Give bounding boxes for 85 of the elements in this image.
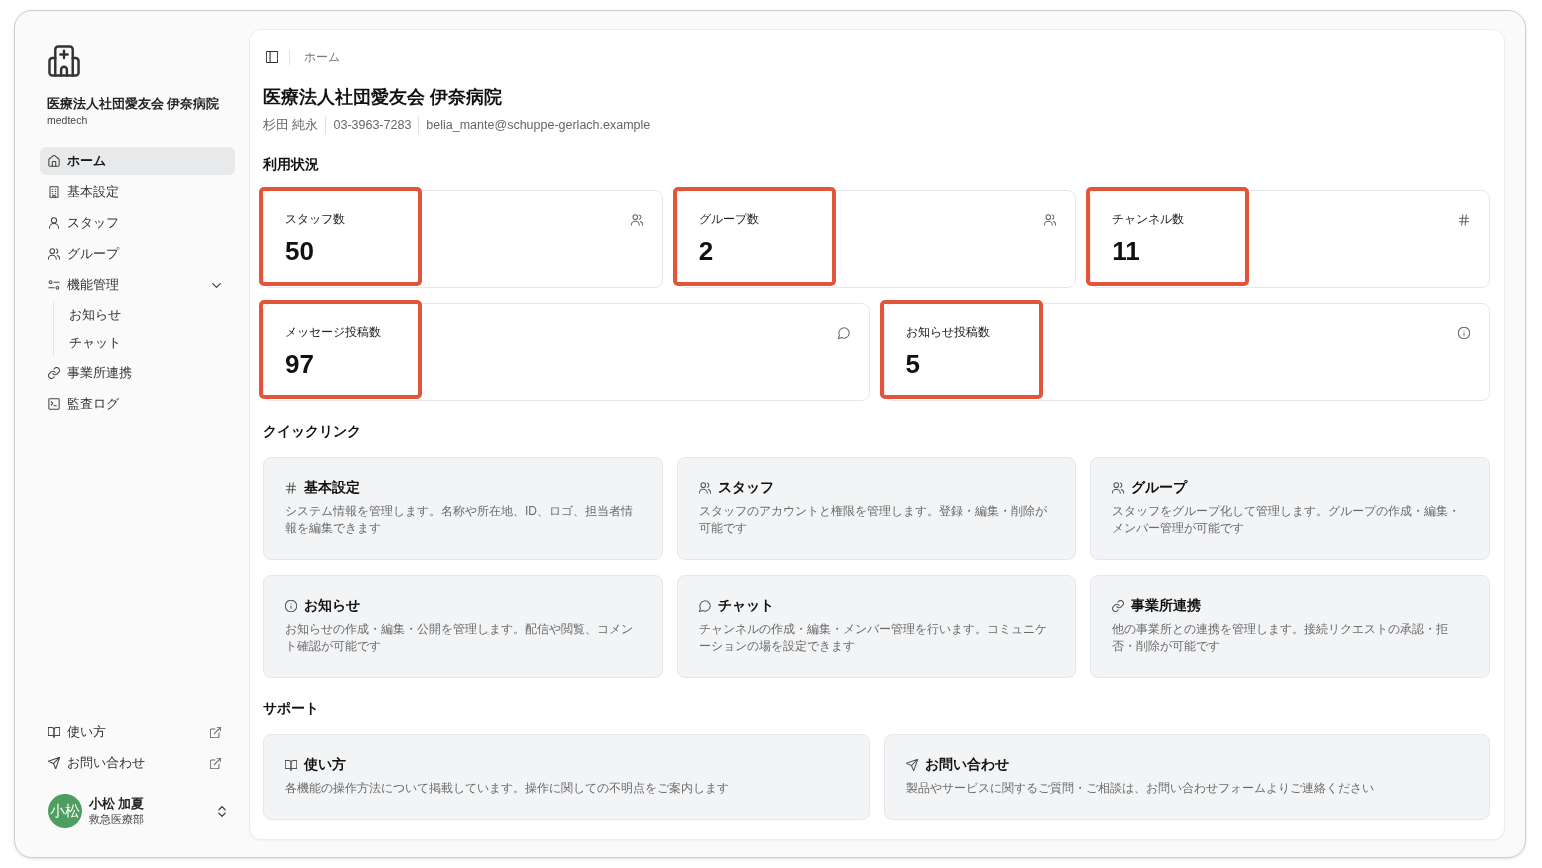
stat-value: 97 <box>285 348 315 380</box>
external-link-icon <box>210 726 221 738</box>
nav-subitem[interactable]: お知らせ <box>60 302 235 328</box>
card-title: チャット <box>717 597 774 615</box>
link-icon <box>1112 600 1125 612</box>
quick-link-card[interactable]: チャット チャンネルの作成・編集・メンバー管理を行います。コミュニケーションの場を設定できます <box>676 575 1077 678</box>
sidebar-link[interactable]: 使い方 <box>40 718 235 746</box>
external-link-icon <box>210 757 221 769</box>
sidebar-link[interactable]: お問い合わせ <box>40 749 235 777</box>
sliders-icon <box>48 279 60 291</box>
people-icon <box>1112 482 1125 494</box>
user-department: 救急医療部 <box>89 812 145 826</box>
hospital-logo-icon <box>48 45 80 77</box>
section-heading: 利用状況 <box>263 156 320 174</box>
people-icon <box>48 248 60 260</box>
stat-label: お知らせ投稿数 <box>905 324 991 340</box>
quick-link-card[interactable]: お知らせ お知らせの作成・編集・公開を管理します。配信や閲覧、コメント確認が可能です <box>263 575 663 678</box>
people-icon <box>698 482 711 494</box>
card-title: 使い方 <box>304 756 346 774</box>
nav-item[interactable]: ホーム <box>40 147 235 175</box>
card-description: 製品やサービスに関するご質問・ご相談は、お問い合わせフォームよりご連絡ください <box>905 780 1375 797</box>
paper-plane-icon <box>48 757 60 769</box>
info-icon <box>285 600 297 612</box>
quick-link-card[interactable]: 基本設定 システム情報を管理します。名称や所在地、ID、ロゴ、担当者情報を編集できます <box>263 457 663 560</box>
stat-label: スタッフ数 <box>285 211 346 227</box>
speech-bubble-icon <box>837 327 850 339</box>
section-heading: サポート <box>263 700 320 718</box>
card-description: 各機能の操作方法について掲載しています。操作に関しての不明点をご案内します <box>285 780 730 797</box>
quick-link-card[interactable]: 事業所連携 他の事業所との連携を管理します。接続リクエストの承認・拒否・削除が可能です <box>1090 575 1490 678</box>
card-title: お問い合わせ <box>924 756 1009 774</box>
card-description: スタッフのアカウントと権限を管理します。登録・編集・削除が可能です <box>698 503 1048 537</box>
contact-detail: belia_mante@schuppe-gerlach.example <box>418 116 658 134</box>
user-name: 小松 加夏 <box>89 796 146 812</box>
card-title: スタッフ <box>717 479 774 497</box>
book-icon <box>48 726 60 738</box>
organization-name: 医療法人社団愛友会 伊奈病院 <box>46 96 221 113</box>
paper-plane-icon <box>905 759 918 771</box>
contact-detail: 03-3963-7283 <box>325 116 419 134</box>
stat-value: 2 <box>698 235 715 267</box>
card-title: お知らせ <box>304 597 360 615</box>
card-title: グループ <box>1131 479 1188 497</box>
card-title: 事業所連携 <box>1131 597 1202 615</box>
terminal-icon <box>48 398 60 410</box>
breadcrumb-item[interactable]: ホーム <box>304 48 340 66</box>
nav-item[interactable]: グループ <box>40 240 235 268</box>
home-icon <box>48 155 60 167</box>
card-description: お知らせの作成・編集・公開を管理します。配信や閲覧、コメント確認が可能です <box>285 621 634 655</box>
nav-item[interactable]: スタッフ <box>40 209 235 237</box>
people-icon <box>630 214 643 226</box>
person-icon <box>48 217 60 229</box>
stat-label: メッセージ投稿数 <box>285 324 382 340</box>
chevrons-up-down-icon[interactable] <box>218 805 226 817</box>
support-card[interactable]: お問い合わせ 製品やサービスに関するご質問・ご相談は、お問い合わせフォームよりご連絡ください <box>883 734 1490 820</box>
quick-link-card[interactable]: グループ スタッフをグループ化して管理します。グループの作成・編集・メンバー管理が可能です <box>1090 457 1490 560</box>
stat-value: 50 <box>285 235 315 267</box>
stat-label: グループ数 <box>698 211 760 227</box>
stat-value: 5 <box>905 348 921 380</box>
nav-item[interactable]: 基本設定 <box>40 178 235 206</box>
page-title: 医療法人社団愛友会 伊奈病院 <box>263 86 503 109</box>
card-description: スタッフをグループ化して管理します。グループの作成・編集・メンバー管理が可能です <box>1112 503 1462 537</box>
contact-detail: 杉田 純永 <box>263 117 320 134</box>
stat-value: 11 <box>1112 235 1141 267</box>
book-icon <box>285 759 297 771</box>
user-avatar: 小松 <box>48 794 82 828</box>
section-heading: クイックリンク <box>263 423 362 441</box>
nav-item[interactable]: 監査ログ <box>40 390 235 418</box>
nav-item[interactable]: 機能管理 <box>40 271 235 299</box>
building-icon <box>48 186 60 198</box>
card-description: 他の事業所との連携を管理します。接続リクエストの承認・拒否・削除が可能です <box>1112 621 1450 655</box>
card-description: システム情報を管理します。名称や所在地、ID、ロゴ、担当者情報を編集できます <box>285 503 634 537</box>
nav-subitem[interactable]: チャット <box>60 330 235 356</box>
info-icon <box>1458 327 1470 339</box>
link-icon <box>48 367 60 379</box>
people-icon <box>1044 214 1057 226</box>
speech-bubble-icon <box>698 600 711 612</box>
card-description: チャンネルの作成・編集・メンバー管理を行います。コミュニケーションの場を設定できます <box>698 621 1048 655</box>
stat-label: チャンネル数 <box>1112 211 1186 227</box>
card-title: 基本設定 <box>304 479 360 497</box>
nav-item[interactable]: 事業所連携 <box>40 359 235 387</box>
organization-subtitle: medtech <box>46 113 89 127</box>
sidebar-toggle-icon[interactable] <box>266 51 278 63</box>
support-card[interactable]: 使い方 各機能の操作方法について掲載しています。操作に関しての不明点をご案内します <box>263 734 870 820</box>
quick-link-card[interactable]: スタッフ スタッフのアカウントと権限を管理します。登録・編集・削除が可能です <box>676 457 1077 560</box>
hash-icon <box>285 482 297 494</box>
hash-icon <box>1458 214 1470 226</box>
